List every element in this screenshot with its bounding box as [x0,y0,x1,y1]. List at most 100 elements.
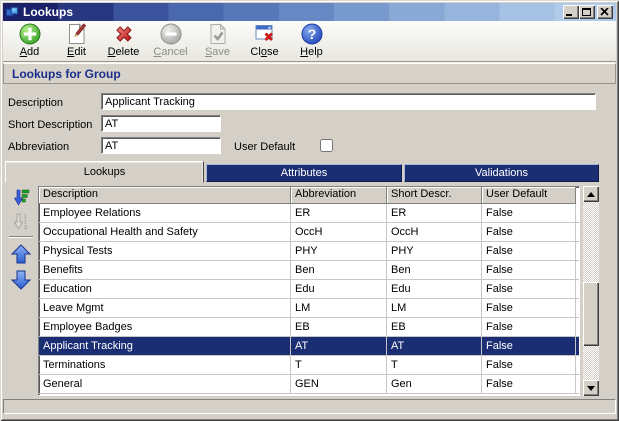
sort-button[interactable] [9,189,33,206]
cell-user-default: False [482,223,576,242]
cell-user-default: False [482,375,576,394]
cell-description: Leave Mgmt [39,299,291,318]
cell-abbreviation: EB [291,318,387,337]
status-bar [3,399,616,414]
table-row[interactable]: Employee Badges EB EB False [39,318,579,337]
table-row[interactable]: Terminations T T False [39,356,579,375]
scroll-down-icon [587,385,595,391]
scroll-down-button[interactable] [583,380,599,396]
lookups-table: Description Abbreviation Short Descr. Us… [38,186,580,396]
table-header: Description Abbreviation Short Descr. Us… [39,187,579,204]
cell-description: Occupational Health and Safety [39,223,291,242]
cell-user-default: False [482,318,576,337]
cell-description: Benefits [39,261,291,280]
table-row[interactable]: Physical Tests PHY PHY False [39,242,579,261]
table-row[interactable]: Occupational Health and Safety OccH OccH… [39,223,579,242]
cell-filler [576,204,579,223]
side-button-gutter: 1 2 3 [5,186,37,396]
move-down-button[interactable] [9,269,33,291]
delete-label: Delete [107,46,140,58]
cell-abbreviation: AT [291,337,387,356]
cell-short-descr: T [387,356,482,375]
window-title: Lookups [23,5,73,19]
tab-validations[interactable]: Validations [404,164,599,182]
cell-user-default: False [482,280,576,299]
tab-attributes[interactable]: Attributes [206,164,402,182]
lookups-window: Lookups Add Edit Delete Cancel Save Clos… [0,0,619,421]
cell-short-descr: PHY [387,242,482,261]
title-bar: Lookups [3,3,616,21]
caption-buttons [563,5,613,19]
cell-description: Physical Tests [39,242,291,261]
cancel-button[interactable]: Cancel [147,22,194,60]
minimize-icon [566,14,572,16]
user-default-checkbox[interactable] [320,139,333,152]
table-row[interactable]: Leave Mgmt LM LM False [39,299,579,318]
delete-button[interactable]: Delete [100,22,147,60]
arrow-up-icon [10,244,32,264]
cell-description: Employee Badges [39,318,291,337]
table-row[interactable]: Benefits Ben Ben False [39,261,579,280]
cell-short-descr: EB [387,318,482,337]
scrollbar-thumb[interactable] [583,282,599,346]
cell-filler [576,242,579,261]
group-header-title: Lookups for Group [12,66,121,81]
group-header: Lookups for Group [3,63,616,84]
column-header-filler [576,187,579,204]
cell-filler [576,299,579,318]
scroll-up-button[interactable] [583,186,599,202]
table-row[interactable]: Employee Relations ER ER False [39,204,579,223]
cell-short-descr: Ben [387,261,482,280]
delete-icon [115,26,132,42]
column-header-short-descr[interactable]: Short Descr. [387,187,482,204]
cell-short-descr: ER [387,204,482,223]
svg-text:3: 3 [24,225,27,230]
column-header-user-default[interactable]: User Default [482,187,576,204]
table-row[interactable]: Applicant Tracking AT AT False [39,337,579,356]
close-icon [600,8,609,16]
table-row[interactable]: Education Edu Edu False [39,280,579,299]
cell-filler [576,318,579,337]
move-up-button[interactable] [9,243,33,265]
minimize-button[interactable] [563,5,579,19]
cell-abbreviation: GEN [291,375,387,394]
cell-description: General [39,375,291,394]
cell-short-descr: LM [387,299,482,318]
cell-abbreviation: PHY [291,242,387,261]
add-label: Add [19,46,40,58]
sort-numeric-button[interactable]: 1 2 3 [9,213,33,230]
cell-user-default: False [482,242,576,261]
close-button[interactable] [597,5,613,19]
edit-button[interactable]: Edit [53,22,100,60]
abbreviation-label: Abbreviation [8,141,70,153]
cell-abbreviation: LM [291,299,387,318]
edit-label: Edit [67,46,86,58]
tab-lookups[interactable]: Lookups [5,161,204,183]
description-input[interactable] [101,93,596,110]
add-icon [19,23,40,45]
cell-user-default: False [482,204,576,223]
sort-numeric-icon: 1 2 3 [13,213,27,230]
add-button[interactable]: Add [6,22,53,60]
cell-user-default: False [482,337,576,356]
cell-filler [576,223,579,242]
table-body: Employee Relations ER ER False Occupatio… [39,204,579,394]
user-default-label: User Default [234,141,296,153]
maximize-icon [582,8,591,16]
toolbar: Add Edit Delete Cancel Save Close ? Help [3,21,616,62]
column-header-abbreviation[interactable]: Abbreviation [291,187,387,204]
maximize-button[interactable] [579,5,595,19]
gutter-separator [9,236,33,238]
vertical-scrollbar[interactable] [583,186,599,396]
cell-abbreviation: Edu [291,280,387,299]
cell-filler [576,375,579,394]
column-header-description[interactable]: Description [39,187,291,204]
help-button[interactable]: ? Help [288,22,335,60]
cell-description: Education [39,280,291,299]
save-button[interactable]: Save [194,22,241,60]
abbreviation-input[interactable] [101,137,221,154]
short-description-input[interactable] [101,115,221,132]
close-form-button[interactable]: Close [241,22,288,60]
table-row[interactable]: General GEN Gen False [39,375,579,394]
cancel-icon [160,23,181,45]
